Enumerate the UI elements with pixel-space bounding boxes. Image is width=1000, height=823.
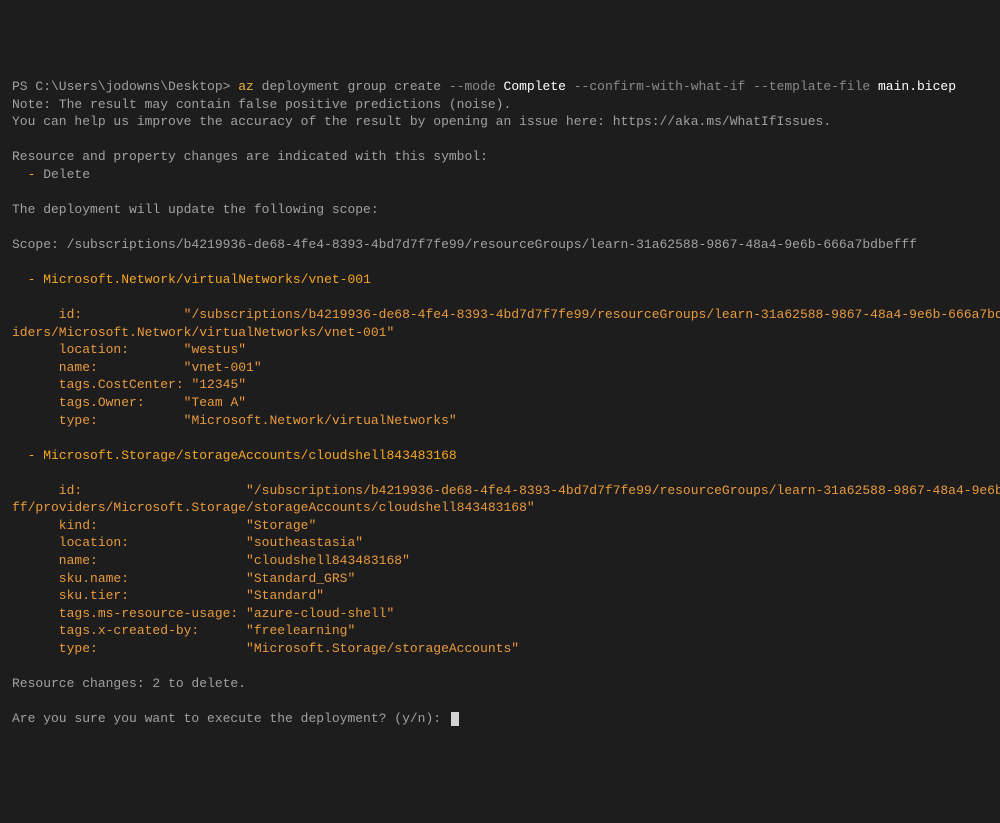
res1-type-val: "Microsoft.Network/virtualNetworks" (184, 413, 457, 428)
confirm-prompt[interactable]: Are you sure you want to execute the dep… (12, 711, 449, 726)
scope-intro: The deployment will update the following… (12, 202, 379, 217)
res1-location-key: location: (12, 342, 184, 357)
res2-type-val: "Microsoft.Storage/storageAccounts" (246, 641, 519, 656)
summary-line: Resource changes: 2 to delete. (12, 676, 246, 691)
res2-skuname-key: sku.name: (12, 571, 246, 586)
res2-skuname-val: "Standard_GRS" (246, 571, 355, 586)
res1-id-key: id: (12, 307, 184, 322)
legend-heading: Resource and property changes are indica… (12, 149, 488, 164)
res2-location-val: "southeastasia" (246, 535, 363, 550)
res2-dash: - (12, 448, 43, 463)
res2-id-key: id: (12, 483, 246, 498)
res1-id-val: "/subscriptions/b4219936-de68-4fe4-8393-… (184, 307, 1000, 322)
res2-name-key: name: (12, 553, 246, 568)
res2-location-key: location: (12, 535, 246, 550)
res2-title: Microsoft.Storage/storageAccounts/clouds… (43, 448, 456, 463)
res1-name-key: name: (12, 360, 184, 375)
res1-location-val: "westus" (184, 342, 246, 357)
flag-mode: --mode (449, 79, 496, 94)
mode-value: Complete (496, 79, 574, 94)
res2-kind-key: kind: (12, 518, 246, 533)
res1-type-key: type: (12, 413, 184, 428)
res1-id-wrap: iders/Microsoft.Network/virtualNetworks/… (12, 325, 394, 340)
res1-owner-val: "Team A" (184, 395, 246, 410)
res2-createdby-val: "freelearning" (246, 623, 355, 638)
res1-costcenter-val: "12345" (184, 377, 246, 392)
res2-skutier-val: "Standard" (246, 588, 324, 603)
scope-line: Scope: /subscriptions/b4219936-de68-4fe4… (12, 237, 917, 252)
cmd-az: az (238, 79, 254, 94)
flag-confirm: --confirm-with-what-if (574, 79, 746, 94)
res2-msresource-val: "azure-cloud-shell" (246, 606, 394, 621)
res2-id-val: "/subscriptions/b4219936-de68-4fe4-8393-… (246, 483, 1000, 498)
note-noise: Note: The result may contain false posit… (12, 97, 511, 112)
res2-type-key: type: (12, 641, 246, 656)
terminal-output[interactable]: PS C:\Users\jodowns\Desktop> az deployme… (12, 78, 988, 727)
legend-delete-label: Delete (43, 167, 90, 182)
res2-skutier-key: sku.tier: (12, 588, 246, 603)
res2-id-wrap: ff/providers/Microsoft.Storage/storageAc… (12, 500, 535, 515)
legend-delete-dash: - (12, 167, 43, 182)
res2-createdby-key: tags.x-created-by: (12, 623, 246, 638)
res1-costcenter-key: tags.CostCenter: (12, 377, 184, 392)
flag-template: --template-file (745, 79, 878, 94)
res1-dash: - (12, 272, 43, 287)
res1-title: Microsoft.Network/virtualNetworks/vnet-0… (43, 272, 371, 287)
cmd-sub: deployment group create (254, 79, 449, 94)
res2-msresource-key: tags.ms-resource-usage: (12, 606, 246, 621)
res2-name-val: "cloudshell843483168" (246, 553, 410, 568)
res2-kind-val: "Storage" (246, 518, 316, 533)
cursor-icon (451, 712, 459, 726)
template-value: main.bicep (878, 79, 956, 94)
res1-owner-key: tags.Owner: (12, 395, 184, 410)
res1-name-val: "vnet-001" (184, 360, 262, 375)
ps-prompt: PS C:\Users\jodowns\Desktop> (12, 79, 238, 94)
note-help: You can help us improve the accuracy of … (12, 114, 831, 129)
